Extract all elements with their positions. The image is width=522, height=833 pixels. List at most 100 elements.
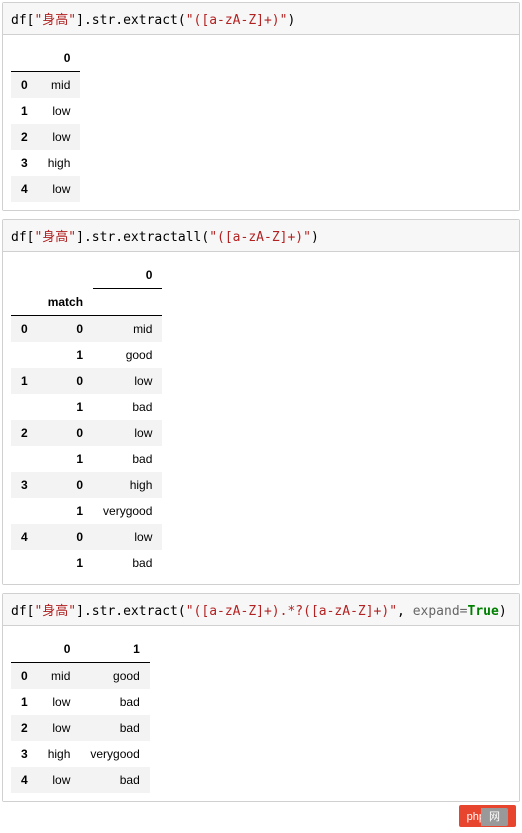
col-header-0: 0: [38, 636, 81, 663]
code-colname: "身高": [34, 230, 76, 245]
row-match-index: 0: [38, 524, 93, 550]
code-method: .str.extract: [84, 13, 178, 28]
row-group-index: [11, 498, 38, 524]
cell-value: verygood: [80, 741, 149, 767]
code-kwarg-val: True: [468, 604, 499, 619]
row-index: 1: [11, 689, 38, 715]
cell-value: high: [38, 741, 81, 767]
code-section-extract-expand: df["身高"].str.extract("([a-zA-Z]+).*?([a-…: [2, 593, 520, 802]
row-match-index: 0: [38, 368, 93, 394]
table-row: 1low: [11, 98, 80, 124]
code-cell-1[interactable]: df["身高"].str.extract("([a-zA-Z]+)"): [3, 3, 519, 35]
table-row: 30high: [11, 472, 162, 498]
table-row: 40low: [11, 524, 162, 550]
table-row: 0mid: [11, 72, 80, 99]
row-match-index: 1: [38, 550, 93, 576]
cell-value: bad: [93, 446, 162, 472]
match-header: match: [38, 289, 93, 316]
row-match-index: 1: [38, 394, 93, 420]
row-group-index: [11, 342, 38, 368]
index-header-blank: [11, 262, 38, 289]
code-comma: ,: [397, 604, 413, 619]
cell-value: low: [38, 98, 81, 124]
code-cell-3[interactable]: df["身高"].str.extract("([a-zA-Z]+).*?([a-…: [3, 594, 519, 626]
code-paren-open: (: [178, 13, 186, 28]
cell-value: low: [93, 368, 162, 394]
cell-value: low: [93, 524, 162, 550]
result-table-2: 0 match 00mid 1good 10low 1bad 20low 1ba…: [11, 262, 162, 576]
result-table-1: 0 0mid 1low 2low 3high 4 low: [11, 45, 80, 202]
table-row: 2low: [11, 124, 80, 150]
code-cell-2[interactable]: df["身高"].str.extractall("([a-zA-Z]+)"): [3, 220, 519, 252]
row-index: 4: [11, 767, 38, 793]
table-row: 3high: [11, 150, 80, 176]
cell-value: low: [38, 689, 81, 715]
row-group-index: 3: [11, 472, 38, 498]
result-table-3: 0 1 0midgood 1lowbad 2lowbad 3highverygo…: [11, 636, 150, 793]
code-colname: "身高": [34, 604, 76, 619]
code-colname: "身高": [34, 13, 76, 28]
row-match-index: 0: [38, 420, 93, 446]
row-group-index: [11, 550, 38, 576]
index-header-blank3: [11, 289, 38, 316]
code-paren-close: ): [499, 604, 507, 619]
output-1: 0 0mid 1low 2low 3high 4 low: [3, 35, 519, 210]
cell-value: bad: [80, 715, 149, 741]
table-row: 4lowbad: [11, 767, 150, 793]
col-header-0: 0: [38, 45, 81, 72]
code-bracket-close: ]: [76, 604, 84, 619]
table-row: 1lowbad: [11, 689, 150, 715]
watermark-text-b: 网: [481, 808, 508, 826]
code-bracket-close: ]: [76, 230, 84, 245]
row-index: 2: [11, 715, 38, 741]
row-index: 3: [11, 741, 38, 767]
row-match-index: 1: [38, 498, 93, 524]
index-header-blank: [11, 636, 38, 663]
index-header-blank: [11, 45, 38, 72]
row-group-index: [11, 446, 38, 472]
table-row: 20low: [11, 420, 162, 446]
cell-value: bad: [93, 394, 162, 420]
code-regex: "([a-zA-Z]+)": [186, 13, 288, 28]
row-match-index: 0: [38, 472, 93, 498]
table-row: 1bad: [11, 550, 162, 576]
row-group-index: 0: [11, 315, 38, 342]
row-match-index: 1: [38, 446, 93, 472]
cell-value: high: [93, 472, 162, 498]
output-3: 0 1 0midgood 1lowbad 2lowbad 3highverygo…: [3, 626, 519, 801]
row-index: 4: [11, 176, 38, 202]
row-index: 1: [11, 98, 38, 124]
code-var: df: [11, 230, 27, 245]
cell-value: mid: [38, 662, 81, 689]
cell-value: low: [38, 715, 81, 741]
code-paren-close: ): [287, 13, 295, 28]
col-header-0: 0: [93, 262, 162, 289]
code-regex: "([a-zA-Z]+)": [209, 230, 311, 245]
row-group-index: [11, 394, 38, 420]
code-section-extract: df["身高"].str.extract("([a-zA-Z]+)") 0 0m…: [2, 2, 520, 211]
cell-value: good: [93, 342, 162, 368]
cell-value: mid: [93, 315, 162, 342]
table-row: 1bad: [11, 394, 162, 420]
table-row: 1verygood: [11, 498, 162, 524]
table-row: 1good: [11, 342, 162, 368]
cell-value: verygood: [93, 498, 162, 524]
code-var: df: [11, 604, 27, 619]
row-index: 3: [11, 150, 38, 176]
table-row: 2lowbad: [11, 715, 150, 741]
cell-value: bad: [80, 689, 149, 715]
row-group-index: 2: [11, 420, 38, 446]
watermark-badge: php网: [459, 805, 516, 827]
table-row: 0midgood: [11, 662, 150, 689]
code-bracket-close: ]: [76, 13, 84, 28]
table-row: 1bad: [11, 446, 162, 472]
index-header-blank2: [38, 262, 93, 289]
code-method: .str.extract: [84, 604, 178, 619]
table-row: 00mid: [11, 315, 162, 342]
code-paren-open: (: [178, 604, 186, 619]
cell-value: good: [80, 662, 149, 689]
output-2: 0 match 00mid 1good 10low 1bad 20low 1ba…: [3, 252, 519, 584]
row-group-index: 4: [11, 524, 38, 550]
cell-value: high: [38, 150, 81, 176]
code-equals: =: [460, 604, 468, 619]
